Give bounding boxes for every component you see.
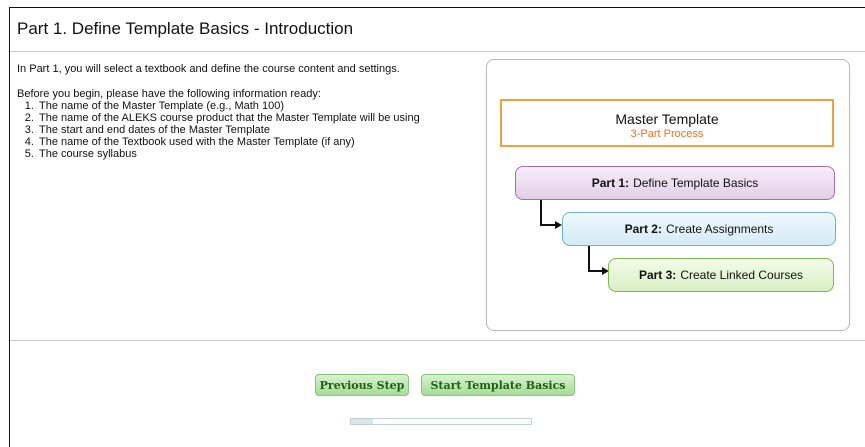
checklist: The name of the Master Template (e.g., M… <box>17 100 420 160</box>
checklist-item: The name of the Master Template (e.g., M… <box>37 100 420 112</box>
master-template-title: Master Template <box>615 111 719 127</box>
page-title: Part 1. Define Template Basics - Introdu… <box>17 19 354 38</box>
arrowhead-1 <box>555 221 562 229</box>
checklist-item: The course syllabus <box>37 148 420 160</box>
checklist-item: The start and end dates of the Master Te… <box>37 124 420 136</box>
bottom-divider <box>10 340 865 341</box>
before-you-begin: Before you begin, please have the follow… <box>17 88 420 160</box>
start-template-basics-button[interactable]: Start Template Basics <box>421 374 575 396</box>
title-divider <box>10 51 865 52</box>
part-2-label: Part 2: <box>624 222 662 236</box>
progress-fill <box>351 419 373 424</box>
part-1-text: Define Template Basics <box>633 176 759 190</box>
part-2-text: Create Assignments <box>665 222 774 236</box>
intro-text: In Part 1, you will select a textbook an… <box>17 63 400 75</box>
checklist-item: The name of the ALEKS course product tha… <box>37 112 420 124</box>
part-2-box: Part 2: Create Assignments <box>562 212 836 246</box>
progress-bar <box>350 418 532 425</box>
previous-step-button[interactable]: Previous Step <box>315 374 409 396</box>
master-template-box: Master Template 3-Part Process <box>500 99 834 147</box>
master-template-subtitle: 3-Part Process <box>630 128 704 140</box>
part-1-box: Part 1: Define Template Basics <box>515 166 835 200</box>
part-3-text: Create Linked Courses <box>680 268 804 282</box>
part-1-label: Part 1: <box>591 176 630 190</box>
before-heading: Before you begin, please have the follow… <box>17 88 321 100</box>
part-3-label: Part 3: <box>638 268 677 282</box>
checklist-item: The name of the Textbook used with the M… <box>37 136 420 148</box>
part-3-box: Part 3: Create Linked Courses <box>608 258 834 292</box>
